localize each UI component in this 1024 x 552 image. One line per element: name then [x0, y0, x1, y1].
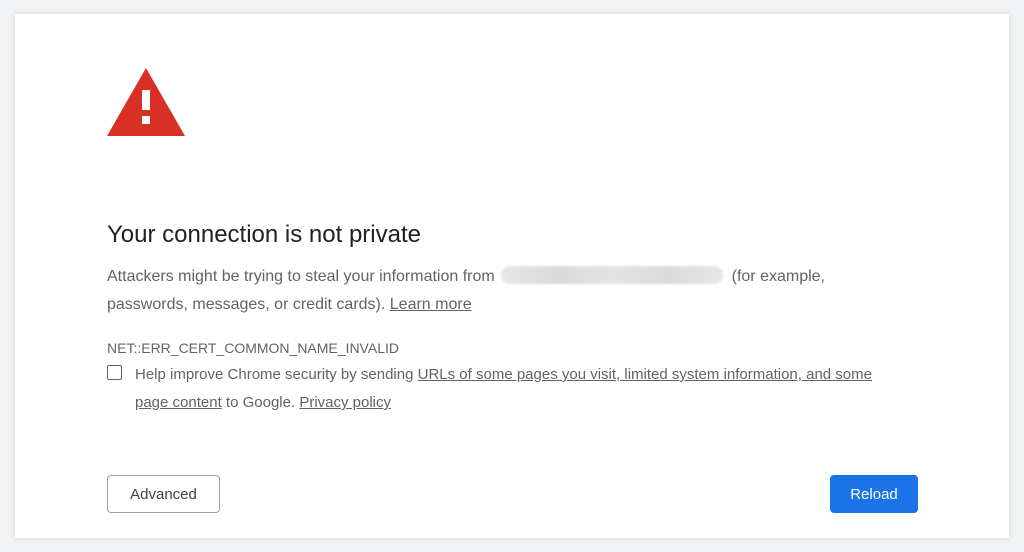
interstitial-page: Your connection is not private Attackers…	[15, 14, 1009, 538]
error-description: Attackers might be trying to steal your …	[107, 263, 867, 319]
blurred-hostname	[501, 266, 724, 284]
optin-text-middle: to Google.	[225, 394, 296, 411]
optin-text-before: Help improve Chrome security by sending	[135, 366, 414, 383]
page-title: Your connection is not private	[107, 221, 421, 248]
description-text-before: Attackers might be trying to steal your …	[107, 268, 495, 285]
warning-triangle-icon	[107, 68, 185, 136]
optin-text: Help improve Chrome security by sending …	[135, 361, 895, 417]
privacy-policy-link[interactable]: Privacy policy	[299, 394, 391, 411]
advanced-button[interactable]: Advanced	[107, 475, 220, 513]
optin-checkbox[interactable]	[107, 365, 122, 380]
error-code: NET::ERR_CERT_COMMON_NAME_INVALID	[107, 340, 399, 356]
reload-button[interactable]: Reload	[830, 475, 918, 513]
learn-more-link[interactable]: Learn more	[390, 296, 472, 313]
